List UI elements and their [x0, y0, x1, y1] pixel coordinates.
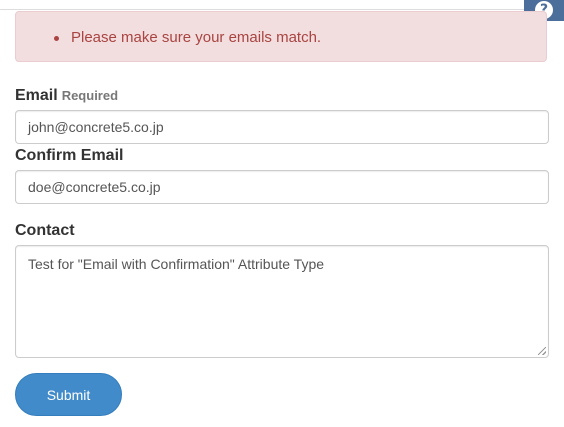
email-field[interactable]: john@concrete5.co.jp	[15, 110, 549, 144]
email-label-text: Email	[15, 87, 58, 104]
top-divider	[0, 0, 564, 10]
email-label: Email Required	[15, 86, 118, 105]
contact-label: Contact	[15, 222, 75, 239]
contact-textarea[interactable]: Test for "Email with Confirmation" Attri…	[15, 245, 549, 358]
contact-text: Test for "Email with Confirmation" Attri…	[28, 256, 325, 272]
resize-handle-icon[interactable]	[538, 347, 546, 355]
confirm-email-field[interactable]: doe@concrete5.co.jp	[15, 170, 549, 204]
error-alert: Please make sure your emails match.	[15, 11, 547, 62]
submit-button[interactable]: Submit	[15, 373, 122, 416]
required-badge: Required	[61, 88, 119, 103]
confirm-email-label: Confirm Email	[15, 147, 124, 164]
bullet-icon	[54, 36, 59, 41]
error-message: Please make sure your emails match.	[71, 29, 322, 46]
